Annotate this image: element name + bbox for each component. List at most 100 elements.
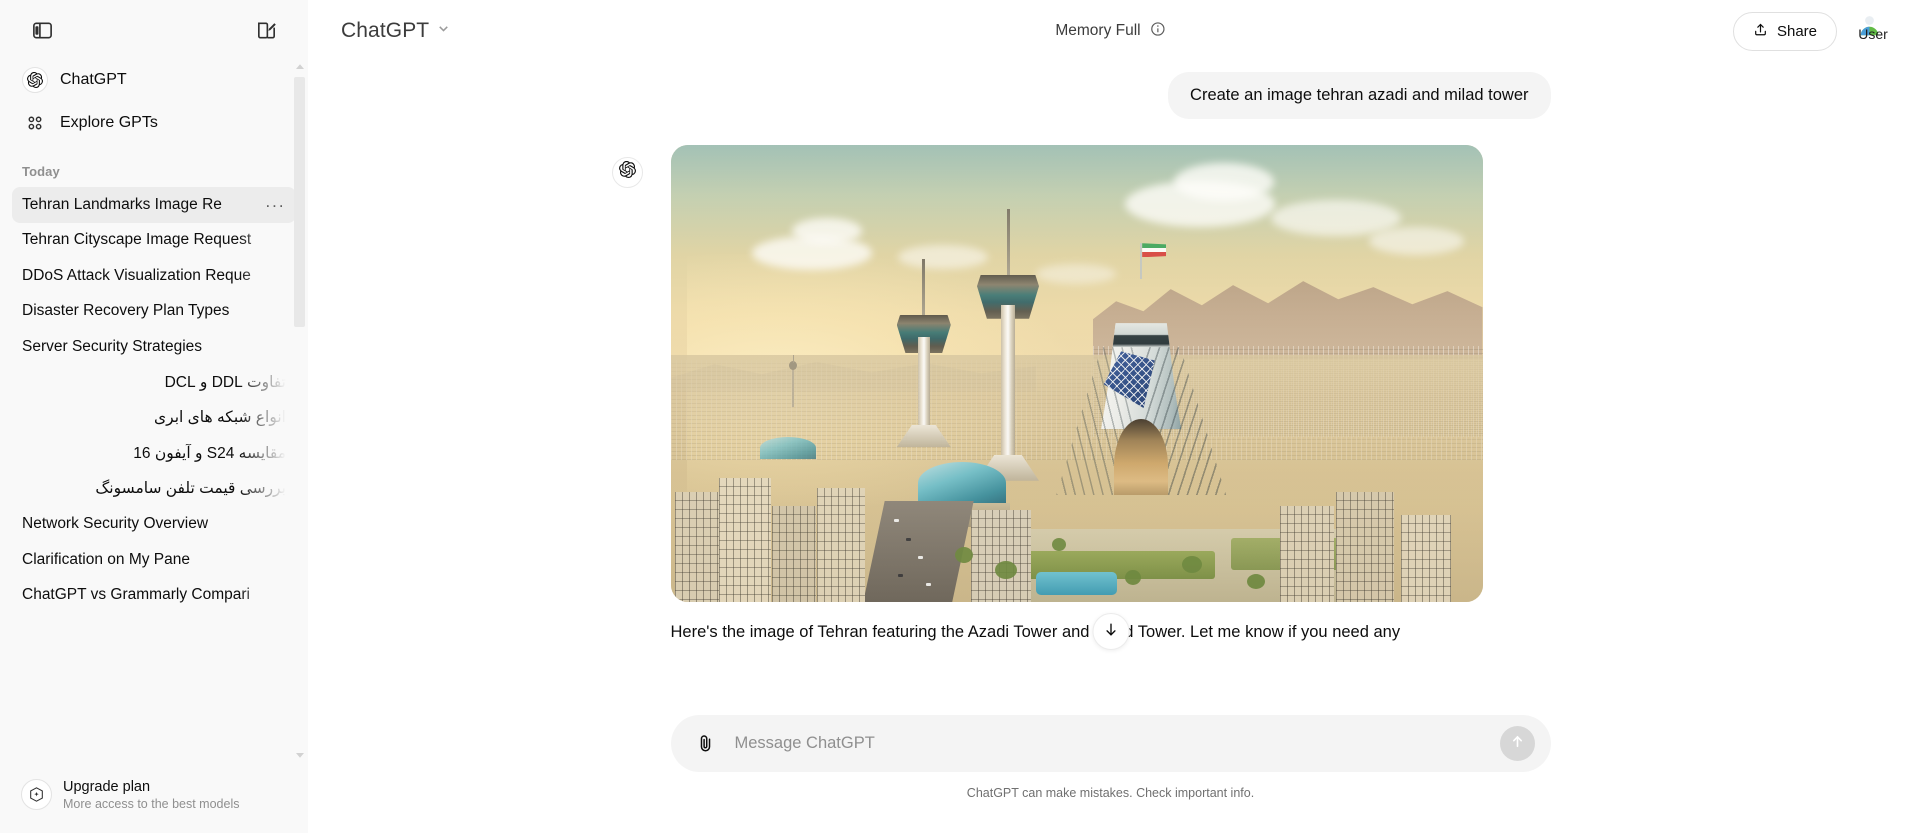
sidebar-item-label: ChatGPT [60, 71, 127, 88]
chat-list-item[interactable]: Tehran Cityscape Image Request [12, 223, 296, 259]
upgrade-plan-button[interactable]: Upgrade plan More access to the best mod… [12, 771, 296, 819]
scroll-up-arrow-icon[interactable] [294, 60, 306, 72]
grid-squares-icon [22, 110, 48, 136]
chat-history-list: Tehran Landmarks Image Re ··· Tehran Cit… [0, 187, 308, 763]
sidebar-item-explore-gpts[interactable]: Explore GPTs [12, 103, 296, 143]
chat-list-item[interactable]: تفاوت DDL و DCL [12, 365, 296, 401]
tree [1182, 556, 1203, 574]
flag-pole [1140, 243, 1143, 280]
sidebar-toggle-icon[interactable] [22, 10, 62, 50]
paperclip-icon[interactable] [689, 727, 723, 761]
car [897, 574, 903, 578]
chat-item-title: تفاوت DDL و DCL [164, 373, 286, 391]
arrow-up-send-icon [1509, 733, 1526, 755]
foreground-building [719, 478, 772, 602]
chat-list-item[interactable]: Network Security Overview [12, 507, 296, 543]
user-avatar-label: User [1858, 26, 1888, 42]
chat-list-item[interactable]: مقایسه S24 و آیفون 16 [12, 436, 296, 472]
foreground-building [772, 505, 816, 602]
upgrade-text-block: Upgrade plan More access to the best mod… [63, 778, 239, 812]
message-thread: Create an image tehran azadi and milad t… [611, 62, 1551, 651]
apartment-block [1336, 492, 1395, 602]
apartment-block [1279, 505, 1334, 602]
chat-item-title: Disaster Recovery Plan Types [22, 302, 230, 320]
blue-dome-building [918, 462, 1007, 505]
assistant-message-text: Here's the image of Tehran featuring the… [670, 622, 1401, 641]
tree [995, 560, 1018, 579]
cloud [1173, 163, 1274, 202]
composer-area: ChatGPT can make mistakes. Check importa… [308, 703, 1913, 833]
milad-tower-main [975, 208, 1041, 481]
chat-item-title: Tehran Cityscape Image Request [22, 231, 252, 249]
memory-status-label: Memory Full [1055, 22, 1141, 39]
top-bar: ChatGPT Memory Full Share User [308, 0, 1913, 62]
office-building [970, 510, 1031, 602]
search-input message-input[interactable] [722, 734, 1500, 753]
chat-item-title: Tehran Landmarks Image Re [22, 195, 222, 213]
foreground-building [816, 487, 865, 602]
chevron-down-icon [436, 21, 451, 41]
apartment-block [1401, 514, 1452, 602]
chat-list-item[interactable]: Server Security Strategies [12, 329, 296, 365]
sidebar-scrollbar-thumb[interactable] [294, 77, 305, 327]
assistant-message-row: Here's the image of Tehran featuring the… [611, 144, 1551, 651]
chat-list-item[interactable]: Disaster Recovery Plan Types [12, 294, 296, 330]
openai-logo-icon [22, 67, 48, 93]
arrow-down-icon [1102, 621, 1119, 643]
main-content: ChatGPT Memory Full Share User Create an… [308, 0, 1913, 833]
milad-tower-left [894, 259, 954, 447]
chat-list-item[interactable]: DDoS Attack Visualization Reque [12, 258, 296, 294]
chat-group-header: Today [22, 164, 60, 179]
chat-list-item[interactable]: ChatGPT vs Grammarly Compari [12, 578, 296, 614]
scroll-to-bottom-button[interactable] [1092, 613, 1129, 651]
chat-list-item[interactable]: Tehran Landmarks Image Re ··· [12, 187, 296, 223]
user-message-bubble: Create an image tehran azadi and milad t… [1168, 72, 1551, 119]
generated-image[interactable] [670, 144, 1483, 602]
sidebar-item-chatgpt[interactable]: ChatGPT [12, 60, 296, 100]
info-circle-icon[interactable] [1150, 21, 1166, 42]
new-chat-pencil-icon[interactable] [246, 10, 286, 50]
sidebar-footer: Upgrade plan More access to the best mod… [0, 763, 308, 833]
upload-share-icon [1753, 22, 1768, 41]
sidebar-header [0, 0, 308, 60]
cloud [1368, 227, 1464, 255]
car [918, 556, 924, 560]
chatgpt-app-window: ChatGPT Explore GPTs Today Tehran Landma… [0, 0, 1913, 833]
sidebar: ChatGPT Explore GPTs Today Tehran Landma… [0, 0, 308, 833]
tree [1125, 569, 1142, 585]
conversation-scroll-area[interactable]: Create an image tehran azadi and milad t… [308, 62, 1913, 703]
message-composer[interactable] [670, 715, 1551, 772]
sidebar-item-label: Explore GPTs [60, 114, 158, 131]
azadi-window-band [1105, 323, 1178, 348]
send-message-button[interactable] [1499, 726, 1535, 761]
scroll-down-arrow-icon[interactable] [294, 748, 306, 760]
upgrade-subtitle: More access to the best models [63, 796, 240, 811]
reflecting-pool [1035, 572, 1118, 595]
chat-item-title: Clarification on My Pane [22, 550, 190, 568]
iran-flag-icon [1142, 243, 1167, 258]
distant-tower [788, 354, 798, 407]
secondary-dome [759, 437, 816, 460]
memory-status-indicator[interactable]: Memory Full [1055, 21, 1165, 42]
share-button-label: Share [1776, 22, 1817, 40]
model-selector-button[interactable]: ChatGPT [330, 12, 462, 50]
azadi-tower [1056, 243, 1227, 496]
car [905, 537, 911, 541]
chat-item-title: Network Security Overview [22, 515, 209, 533]
user-message-row: Create an image tehran azadi and milad t… [671, 72, 1551, 119]
chat-options-dots-icon[interactable]: ··· [262, 194, 288, 215]
user-avatar[interactable]: User [1851, 11, 1891, 51]
share-button[interactable]: Share [1732, 11, 1837, 51]
chat-item-title: بررسی قیمت تلفن سامسونگ [95, 480, 286, 498]
chat-list-item[interactable]: بررسی قیمت تلفن سامسونگ [12, 471, 296, 507]
upgrade-title: Upgrade plan [63, 778, 151, 795]
tree [1052, 537, 1067, 551]
assistant-avatar [611, 156, 643, 188]
chat-list-item[interactable]: Clarification on My Pane [12, 542, 296, 578]
cloud [792, 217, 863, 244]
chat-item-title: مقایسه S24 و آیفون 16 [133, 444, 286, 462]
sidebar-scrollbar[interactable] [292, 60, 308, 833]
sparkle-hexagon-icon [21, 779, 52, 811]
chat-item-title: ChatGPT vs Grammarly Compari [22, 586, 250, 604]
chat-list-item[interactable]: انواع شبکه های ابری [12, 400, 296, 436]
